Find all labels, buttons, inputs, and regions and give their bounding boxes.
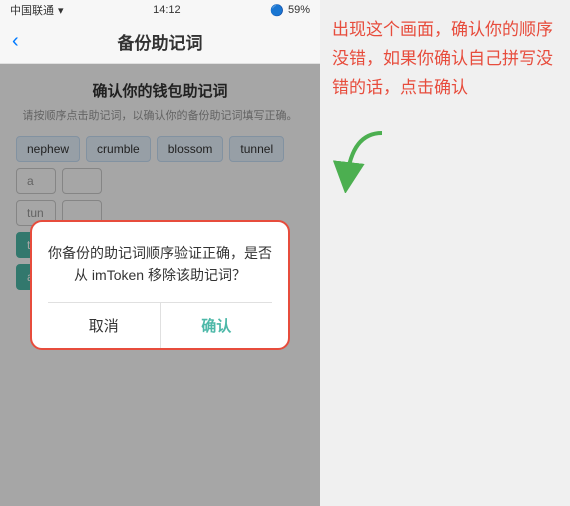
dialog-message: 你备份的助记词顺序验证正确，是否从 imToken 移除该助记词？ — [48, 242, 272, 287]
annotation-panel: 出现这个画面，确认你的顺序没错，如果你确认自己拼写没错的话，点击确认 — [320, 0, 570, 506]
dialog-ok-button[interactable]: 确认 — [161, 303, 273, 348]
phone-frame: 中国联通 ▾ 14:12 🔵 59% ‹ 备份助记词 确认你的钱包助记词 请按顺… — [0, 0, 320, 506]
status-bar: 中国联通 ▾ 14:12 🔵 59% — [0, 0, 320, 20]
status-left: 中国联通 ▾ — [10, 2, 64, 18]
battery-label: 59% — [288, 4, 310, 16]
status-right: 🔵 59% — [270, 4, 310, 17]
nav-bar: ‹ 备份助记词 — [0, 20, 320, 64]
annotation-text: 出现这个画面，确认你的顺序没错，如果你确认自己拼写没错的话，点击确认 — [332, 16, 558, 103]
green-arrow-icon — [332, 123, 402, 193]
dialog-buttons: 取消 确认 — [48, 302, 272, 348]
dialog-overlay: 你备份的助记词顺序验证正确，是否从 imToken 移除该助记词？ 取消 确认 — [0, 64, 320, 506]
dialog-cancel-button[interactable]: 取消 — [48, 303, 161, 348]
time-label: 14:12 — [153, 4, 181, 16]
carrier-label: 中国联通 — [10, 2, 54, 18]
wifi-icon: ▾ — [58, 4, 64, 17]
dialog-box: 你备份的助记词顺序验证正确，是否从 imToken 移除该助记词？ 取消 确认 — [30, 220, 290, 351]
nav-title: 备份助记词 — [118, 29, 203, 54]
back-button[interactable]: ‹ — [12, 30, 19, 53]
bluetooth-icon: 🔵 — [270, 4, 284, 17]
